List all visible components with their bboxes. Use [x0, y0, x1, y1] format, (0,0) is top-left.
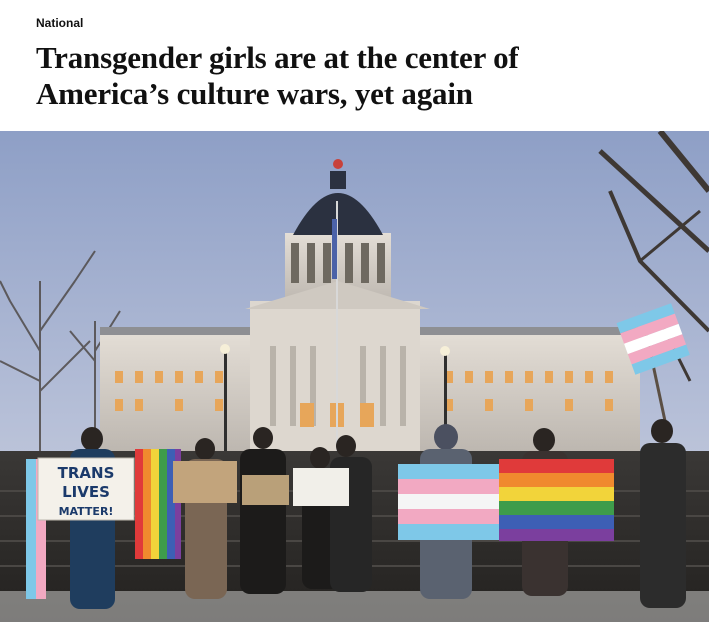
cardboard-sign-1 — [173, 461, 237, 503]
trans-flag-large — [398, 464, 510, 540]
headline-line-2: America’s culture wars, yet again — [36, 76, 473, 111]
section-label[interactable]: National — [36, 15, 83, 31]
sign-text-trans: TRANS — [58, 464, 115, 482]
article: National Transgender girls are at the ce… — [0, 0, 709, 622]
sign-text-lives: LIVES — [62, 483, 110, 501]
sign-text-matter: MATTER! — [59, 505, 114, 518]
handwritten-sign — [293, 468, 349, 506]
headline: Transgender girls are at the center of A… — [36, 40, 676, 112]
lead-photo: TRANS LIVES MATTER! — [0, 131, 709, 622]
capitol-protest-photo: TRANS LIVES MATTER! — [0, 131, 709, 622]
trans-lives-matter-sign: TRANS LIVES MATTER! — [37, 457, 135, 521]
headline-line-1: Transgender girls are at the center of — [36, 40, 519, 75]
pride-flag-large — [499, 459, 614, 541]
cardboard-sign-2 — [242, 475, 289, 505]
